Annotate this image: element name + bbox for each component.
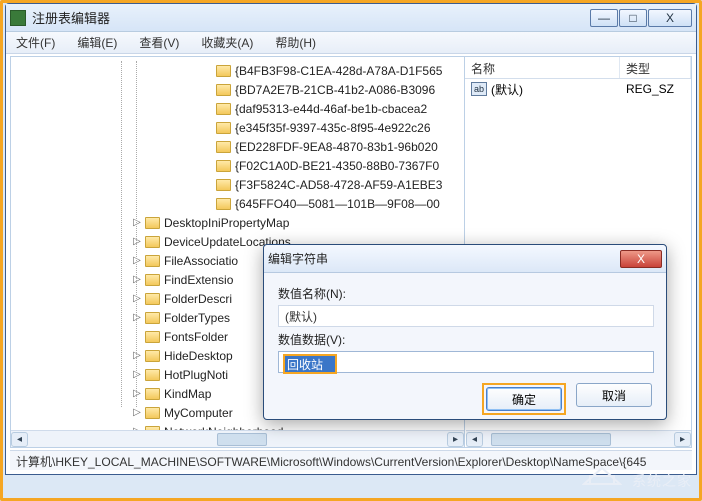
scroll-left-icon[interactable]: ◂: [466, 432, 483, 447]
dialog-title: 编辑字符串: [268, 250, 620, 267]
ok-button[interactable]: 确定: [486, 387, 562, 411]
folder-icon: [216, 179, 231, 191]
watermark-logo-icon: [582, 462, 622, 486]
titlebar[interactable]: 注册表编辑器 — □ X: [6, 4, 696, 32]
folder-icon: [145, 274, 160, 286]
folder-icon: [145, 293, 160, 305]
expand-icon[interactable]: [131, 331, 143, 343]
tree-node[interactable]: {F02C1A0D-BE21-4350-88B0-7367F0: [11, 156, 464, 175]
folder-icon: [145, 388, 160, 400]
folder-icon: [145, 236, 160, 248]
expand-icon[interactable]: ▷: [131, 369, 143, 381]
value-data-input-wrapper: [278, 351, 654, 373]
menubar: 文件(F) 编辑(E) 查看(V) 收藏夹(A) 帮助(H): [6, 32, 696, 54]
menu-favorites[interactable]: 收藏夹(A): [197, 32, 257, 53]
maximize-button[interactable]: □: [619, 9, 647, 27]
folder-icon: [216, 122, 231, 134]
scroll-right-icon[interactable]: ▸: [674, 432, 691, 447]
menu-file[interactable]: 文件(F): [12, 32, 59, 53]
window-title: 注册表编辑器: [32, 8, 590, 27]
app-icon: [10, 10, 26, 26]
edit-string-dialog: 编辑字符串 X 数值名称(N): (默认) 数值数据(V): 确定 取消: [263, 244, 667, 420]
tree-node[interactable]: ▷DesktopIniPropertyMap: [11, 213, 464, 232]
expand-icon[interactable]: ▷: [131, 407, 143, 419]
col-name[interactable]: 名称: [465, 57, 620, 78]
expand-icon[interactable]: ▷: [131, 236, 143, 248]
scroll-thumb[interactable]: [491, 433, 611, 446]
value-name-display: (默认): [278, 305, 654, 327]
expand-icon[interactable]: ▷: [131, 312, 143, 324]
folder-icon: [216, 160, 231, 172]
list-row[interactable]: ab (默认) REG_SZ: [465, 79, 691, 99]
menu-edit[interactable]: 编辑(E): [73, 32, 121, 53]
scroll-right-icon[interactable]: ▸: [447, 432, 464, 447]
folder-icon: [145, 331, 160, 343]
dialog-buttons: 确定 取消: [264, 383, 666, 425]
tree-node-selected[interactable]: {645FFO40—5081—101B—9F08—00: [11, 194, 464, 213]
value-data-label: 数值数据(V):: [278, 331, 652, 348]
folder-icon: [145, 312, 160, 324]
menu-view[interactable]: 查看(V): [135, 32, 183, 53]
folder-icon: [216, 141, 231, 153]
folder-icon: [216, 198, 231, 210]
tree-node[interactable]: {B4FB3F98-C1EA-428d-A78A-D1F565: [11, 61, 464, 80]
value-name-label: 数值名称(N):: [278, 285, 652, 302]
menu-help[interactable]: 帮助(H): [271, 32, 320, 53]
folder-icon: [145, 369, 160, 381]
tree-hscrollbar[interactable]: ◂ ▸: [11, 430, 464, 447]
close-button[interactable]: X: [648, 9, 692, 27]
expand-icon[interactable]: ▷: [131, 293, 143, 305]
list-header[interactable]: 名称 类型: [465, 57, 691, 79]
folder-icon: [145, 407, 160, 419]
expand-icon[interactable]: ▷: [131, 217, 143, 229]
folder-icon: [216, 103, 231, 115]
expand-icon[interactable]: ▷: [131, 255, 143, 267]
folder-icon: [216, 65, 231, 77]
dialog-titlebar[interactable]: 编辑字符串 X: [264, 245, 666, 273]
col-type[interactable]: 类型: [620, 57, 691, 78]
folder-icon: [216, 84, 231, 96]
window-buttons: — □ X: [590, 9, 692, 27]
cancel-button[interactable]: 取消: [576, 383, 652, 407]
tree-node[interactable]: {F3F5824C-AD58-4728-AF59-A1EBE3: [11, 175, 464, 194]
dialog-body: 数值名称(N): (默认) 数值数据(V):: [264, 273, 666, 383]
dialog-close-button[interactable]: X: [620, 250, 662, 268]
folder-icon: [145, 350, 160, 362]
expand-icon[interactable]: ▷: [131, 388, 143, 400]
expand-icon[interactable]: ▷: [131, 350, 143, 362]
tree-node[interactable]: {daf95313-e44d-46af-be1b-cbacea2: [11, 99, 464, 118]
scroll-thumb[interactable]: [217, 433, 267, 446]
string-value-icon: ab: [471, 82, 487, 96]
tree-node[interactable]: {ED228FDF-9EA8-4870-83b1-96b020: [11, 137, 464, 156]
expand-icon[interactable]: ▷: [131, 274, 143, 286]
value-data-input[interactable]: [285, 356, 335, 372]
scroll-left-icon[interactable]: ◂: [11, 432, 28, 447]
minimize-button[interactable]: —: [590, 9, 618, 27]
tree-node[interactable]: {BD7A2E7B-21CB-41b2-A086-B3096: [11, 80, 464, 99]
watermark-text: 系统之家: [632, 473, 692, 489]
value-type: REG_SZ: [626, 82, 674, 96]
value-name: (默认): [491, 81, 626, 98]
watermark: 系统之家: [582, 462, 692, 491]
folder-icon: [145, 217, 160, 229]
list-hscrollbar[interactable]: ◂ ▸: [466, 430, 691, 447]
tree-node[interactable]: {e345f35f-9397-435c-8f95-4e922c26: [11, 118, 464, 137]
folder-icon: [145, 255, 160, 267]
